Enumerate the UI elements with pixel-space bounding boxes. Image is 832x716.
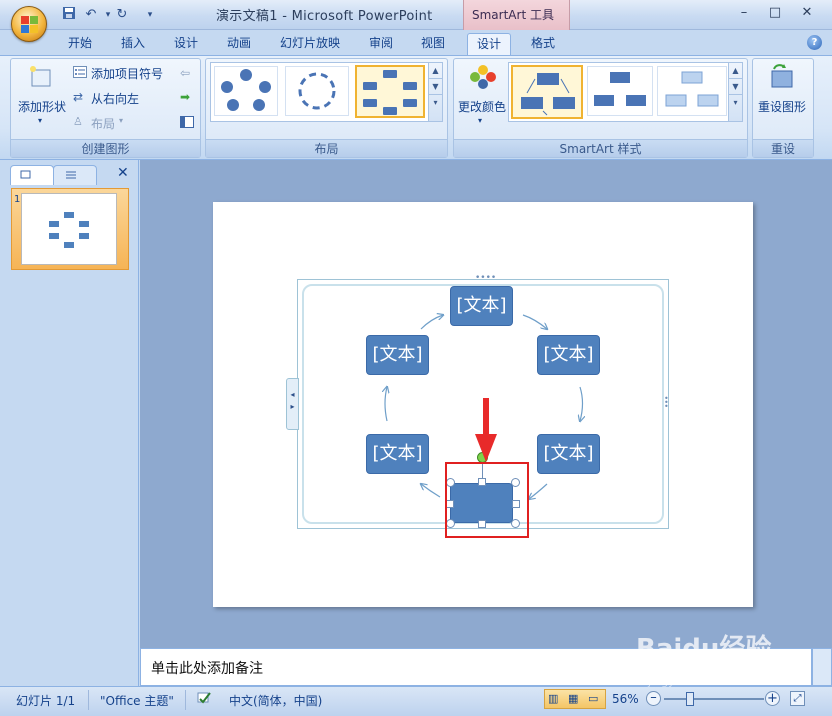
- layout-dropdown-icon[interactable]: ▾: [119, 116, 123, 125]
- watermark-url: jingyan.baidu.com: [648, 675, 750, 688]
- close-button[interactable]: ✕: [797, 5, 817, 21]
- panel-tabs: ✕: [7, 165, 137, 187]
- annotation-arrow-icon: [475, 398, 497, 462]
- group-layouts-label: 布局: [206, 139, 447, 157]
- notes-placeholder: 单击此处添加备注: [151, 661, 263, 677]
- watermark: Baidu经验: [636, 634, 772, 664]
- annotation-highlight-box: [445, 462, 529, 538]
- change-colors-dropdown-icon[interactable]: ▾: [478, 116, 482, 125]
- tab-slides-thumbnails[interactable]: [10, 165, 54, 185]
- promote-icon[interactable]: ⇦: [180, 66, 190, 80]
- group-reset-label: 重设: [753, 139, 813, 157]
- smartart-tools-context: SmartArt 工具: [463, 0, 570, 30]
- demote-icon[interactable]: ➡: [180, 90, 190, 104]
- right-to-left-button[interactable]: 从右向左: [91, 90, 139, 107]
- change-colors-icon[interactable]: [468, 63, 498, 91]
- tab-outline[interactable]: [53, 165, 97, 185]
- redo-icon[interactable]: ↻: [113, 6, 131, 24]
- group-create-graphic-label: 创建图形: [11, 139, 200, 157]
- style-thumb-subtle-effect[interactable]: [657, 66, 727, 116]
- minimize-button[interactable]: –: [734, 5, 754, 21]
- style-thumb-simple-fill-selected[interactable]: [511, 65, 583, 119]
- right-to-left-icon: ⇄: [73, 90, 84, 104]
- gallery-more-icon[interactable]: ▾: [429, 95, 442, 111]
- layout-tree-icon: ♙: [73, 115, 83, 128]
- tab-slideshow[interactable]: 幻灯片放映: [273, 33, 347, 55]
- zoom-slider-thumb[interactable]: [686, 692, 694, 706]
- smartart-node-upper-left[interactable]: [文本]: [366, 335, 429, 375]
- status-language[interactable]: 中文(简体，中国): [229, 692, 322, 709]
- style-thumb-white-outline[interactable]: [587, 66, 653, 116]
- spell-check-icon[interactable]: [196, 690, 212, 706]
- layout-thumb-basic-cycle[interactable]: [214, 66, 278, 116]
- gallery-up-icon[interactable]: ▲: [429, 63, 442, 79]
- layout-thumb-text-cycle[interactable]: [285, 66, 349, 116]
- maximize-button[interactable]: □: [765, 5, 785, 21]
- status-separator: [88, 690, 89, 710]
- zoom-in-icon[interactable]: +: [765, 691, 780, 706]
- tab-review[interactable]: 审阅: [361, 33, 401, 55]
- zoom-slider-track[interactable]: [664, 698, 764, 700]
- smartart-node-lower-left[interactable]: [文本]: [366, 434, 429, 474]
- undo-icon[interactable]: ↶: [82, 6, 100, 24]
- normal-view-icon[interactable]: ▥: [548, 691, 564, 707]
- reset-graphic-icon[interactable]: [766, 63, 796, 91]
- add-bullet-icon: [73, 66, 87, 78]
- slide-thumbnail[interactable]: [21, 193, 117, 265]
- style-gallery-scroll[interactable]: ▲ ▼ ▾: [728, 63, 742, 121]
- tab-animations[interactable]: 动画: [219, 33, 259, 55]
- close-panel-icon[interactable]: ✕: [117, 165, 129, 181]
- tab-design[interactable]: 设计: [166, 33, 206, 55]
- add-shape-dropdown-icon[interactable]: ▾: [38, 116, 42, 125]
- add-bullet-button[interactable]: 添加项目符号: [91, 65, 163, 82]
- zoom-level[interactable]: 56%: [612, 692, 639, 706]
- smartart-node-top[interactable]: [文本]: [450, 286, 513, 326]
- add-shape-icon[interactable]: [28, 64, 54, 90]
- layout-gallery-scroll[interactable]: ▲ ▼ ▾: [428, 63, 442, 121]
- slideshow-view-icon[interactable]: ▭: [588, 691, 604, 707]
- window-title: 演示文稿1 - Microsoft PowerPoint: [216, 9, 433, 24]
- smartart-node-upper-right[interactable]: [文本]: [537, 335, 600, 375]
- style-gallery-down-icon[interactable]: ▼: [729, 79, 742, 95]
- tab-insert[interactable]: 插入: [113, 33, 153, 55]
- customize-qat-icon[interactable]: ▾: [141, 6, 159, 24]
- slide-sorter-icon[interactable]: ▦: [568, 691, 584, 707]
- status-slide-count: 幻灯片 1/1: [16, 694, 76, 708]
- slide-thumbnail-number: 1: [14, 194, 21, 205]
- smartart-node-lower-right[interactable]: [文本]: [537, 434, 600, 474]
- group-styles-label: SmartArt 样式: [454, 139, 747, 157]
- style-gallery-more-icon[interactable]: ▾: [729, 95, 742, 111]
- notes-scrollbar[interactable]: [812, 648, 832, 686]
- style-gallery-up-icon[interactable]: ▲: [729, 63, 742, 79]
- save-icon[interactable]: [60, 6, 78, 24]
- fit-to-window-icon[interactable]: ⤢: [790, 691, 805, 706]
- text-pane-icon[interactable]: [180, 116, 194, 128]
- zoom-out-icon[interactable]: –: [646, 691, 661, 706]
- gallery-down-icon[interactable]: ▼: [429, 79, 442, 95]
- tab-smartart-design[interactable]: 设计: [467, 33, 511, 55]
- smartart-tools-label: SmartArt 工具: [472, 8, 554, 22]
- office-button[interactable]: [11, 6, 47, 42]
- tab-home[interactable]: 开始: [60, 33, 100, 55]
- tab-smartart-format[interactable]: 格式: [521, 33, 565, 55]
- tab-view[interactable]: 视图: [413, 33, 453, 55]
- change-colors-button[interactable]: 更改颜色: [458, 98, 506, 115]
- office-logo-icon: [21, 16, 38, 33]
- reset-graphic-button[interactable]: 重设图形: [758, 98, 806, 115]
- status-separator: [185, 690, 186, 710]
- layout-button[interactable]: 布局: [91, 115, 115, 132]
- add-shape-button[interactable]: 添加形状: [18, 98, 66, 115]
- layout-thumb-block-cycle-selected[interactable]: [355, 65, 425, 118]
- help-icon[interactable]: ?: [807, 35, 822, 50]
- status-theme[interactable]: "Office 主题": [100, 692, 174, 709]
